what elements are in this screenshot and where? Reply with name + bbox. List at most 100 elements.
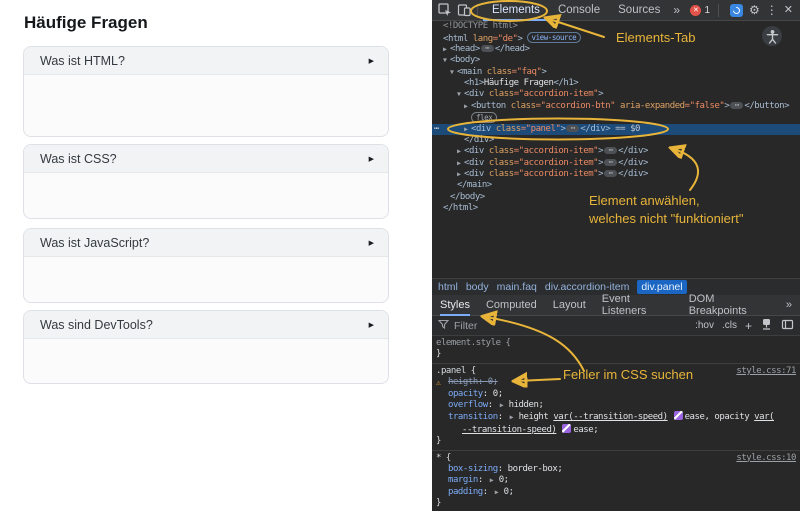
styles-tab-layout[interactable]: Layout: [553, 295, 586, 316]
styles-tab-event-listeners[interactable]: Event Listeners: [602, 293, 673, 317]
stylesheet-link[interactable]: style.css:71: [736, 366, 800, 377]
expand-arrow-icon[interactable]: ▼: [443, 55, 450, 66]
error-icon: ✕: [690, 4, 702, 16]
css-property[interactable]: overflow: ▶ hidden;: [432, 400, 800, 411]
expand-arrow-icon[interactable]: ▼: [450, 67, 457, 78]
dom-tree-node[interactable]: </div>: [432, 135, 800, 146]
node-options-dots[interactable]: ⋯: [434, 124, 439, 135]
dom-tree-node[interactable]: ▶ <div class="accordion-item"> ⋯ </div>: [432, 169, 800, 180]
dom-tree-node[interactable]: <html lang="de"> view-source: [432, 32, 800, 44]
expand-arrow-icon[interactable]: ▶: [443, 44, 450, 55]
chevron-right-icon: ▶: [368, 321, 374, 329]
styles-pane: element.style {} .panel {style.css:71 ⚠ hei…: [432, 336, 800, 511]
styles-filter-input[interactable]: [454, 319, 604, 332]
dom-tree-node[interactable]: ▶ <div class="accordion-item"> ⋯ </div>: [432, 146, 800, 157]
expand-value-arrow-icon[interactable]: ▶: [508, 413, 519, 421]
computed-sidebar-toggle-icon[interactable]: [781, 318, 794, 334]
collapsed-ellipsis-badge[interactable]: ⋯: [604, 170, 618, 178]
dom-tree-node[interactable]: ▼ <main class="faq">: [432, 67, 800, 78]
expand-arrow-icon[interactable]: ▶: [464, 101, 471, 112]
breadcrumb-item[interactable]: div.accordion-item: [545, 281, 629, 293]
css-selector[interactable]: * {: [436, 453, 451, 464]
page-title: Häufige Fragen: [24, 13, 148, 32]
expand-value-arrow-icon[interactable]: ▶: [493, 488, 504, 496]
css-rule: .panel { style.css:71 ⚠ heigth: 0; opacity: …: [432, 364, 800, 451]
collapsed-ellipsis-badge[interactable]: ⋯: [566, 124, 580, 132]
collapsed-ellipsis-badge[interactable]: ⋯: [604, 147, 618, 155]
css-variable-link[interactable]: var(--transition-speed): [553, 412, 668, 422]
expand-arrow-icon[interactable]: ▶: [457, 146, 464, 157]
dom-tree-node[interactable]: ▶ <head> ⋯ </head>: [432, 44, 800, 55]
more-panels-button[interactable]: »: [669, 3, 684, 17]
close-devtools-icon[interactable]: ✕: [784, 4, 793, 16]
stylesheet-link[interactable]: style.css:10: [736, 453, 800, 464]
css-selector[interactable]: .panel {: [436, 366, 476, 377]
css-property[interactable]: opacity: 0;: [432, 389, 800, 400]
dom-tree-node[interactable]: </main>: [432, 180, 800, 191]
pseudo-state-button[interactable]: :hov: [695, 320, 714, 331]
css-variable-link[interactable]: --transition-speed): [462, 425, 557, 435]
expand-value-arrow-icon[interactable]: ▶: [488, 476, 499, 484]
accordion-question-label: Was sind DevTools?: [40, 317, 153, 332]
accordion-question-button[interactable]: Was sind DevTools? ▶: [24, 311, 388, 339]
collapsed-ellipsis-badge[interactable]: ⋯: [604, 158, 618, 166]
breadcrumb-item[interactable]: body: [466, 281, 489, 293]
styles-sidebar-tabs: Styles Computed Layout Event Listeners DOM B…: [432, 293, 800, 317]
tab-sources[interactable]: Sources: [609, 0, 669, 21]
collapsed-ellipsis-badge[interactable]: ⋯: [480, 44, 494, 52]
expand-arrow-icon[interactable]: ▼: [457, 89, 464, 100]
dom-tree-node[interactable]: <!DOCTYPE html>: [432, 21, 800, 32]
breadcrumb-item[interactable]: main.faq: [497, 281, 537, 293]
tab-elements[interactable]: Elements: [483, 0, 549, 21]
css-property[interactable]: transition: ▶ height var(--transition-sp…: [432, 411, 800, 436]
dom-tree-node[interactable]: </html>: [432, 203, 800, 214]
toolbar-right-cluster: ✕ 1 ⚙ ⋮ ✕: [690, 3, 795, 17]
expand-arrow-icon[interactable]: ▶: [464, 124, 471, 135]
accordion-question-button[interactable]: Was ist HTML? ▶: [24, 47, 388, 75]
styles-tab-computed[interactable]: Computed: [486, 295, 537, 316]
expand-arrow-icon[interactable]: ▶: [457, 169, 464, 180]
css-property[interactable]: box-sizing: border-box;: [432, 464, 800, 475]
accordion-question-button[interactable]: Was ist JavaScript? ▶: [24, 229, 388, 257]
dom-tree-node[interactable]: ▼ <div class="accordion-item">: [432, 89, 800, 100]
device-toolbar-icon[interactable]: [456, 2, 472, 18]
settings-gear-icon[interactable]: ⚙: [749, 4, 760, 16]
expand-arrow-icon[interactable]: ▶: [457, 158, 464, 169]
styles-tab-dom-breakpoints[interactable]: DOM Breakpoints: [689, 293, 770, 317]
rendering-emulation-icon[interactable]: [760, 318, 773, 334]
more-options-icon[interactable]: ⋮: [766, 4, 778, 16]
accordion-question-label: Was ist CSS?: [40, 151, 117, 166]
css-property[interactable]: margin: ▶ 0;: [432, 475, 800, 486]
element-classes-button[interactable]: .cls: [722, 320, 737, 331]
more-sidebar-tabs-button[interactable]: »: [786, 299, 792, 311]
dom-tree-node[interactable]: <h1>Häufige Fragen</h1>: [432, 78, 800, 89]
devtools-tab-strip: Elements Console Sources: [483, 0, 669, 21]
filter-toolbar-icons: :hov .cls +: [695, 318, 794, 334]
styles-tab-styles[interactable]: Styles: [440, 295, 470, 316]
dom-tree-node[interactable]: </body>: [432, 192, 800, 203]
new-style-rule-button[interactable]: +: [745, 319, 752, 333]
breadcrumb-item-selected[interactable]: div.panel: [637, 280, 687, 294]
chevron-right-icon: ▶: [368, 239, 374, 247]
css-selector[interactable]: element.style {: [436, 338, 511, 349]
inspect-element-icon[interactable]: [437, 2, 453, 18]
error-counter[interactable]: ✕ 1: [690, 4, 710, 16]
flex-badge[interactable]: flex: [471, 112, 498, 124]
dom-tree-node[interactable]: ▶ <button class="accordion-btn" aria-expa…: [432, 101, 800, 112]
extension-badge-icon[interactable]: [730, 3, 744, 17]
bezier-editor-icon[interactable]: [673, 411, 683, 421]
dom-tree-node[interactable]: ▼ <body>: [432, 55, 800, 66]
css-property[interactable]: padding: ▶ 0;: [432, 487, 800, 498]
dom-tree-node[interactable]: flex: [432, 112, 800, 124]
bezier-editor-icon[interactable]: [562, 423, 572, 433]
view-source-badge[interactable]: view-source: [526, 32, 582, 44]
dom-tree-node[interactable]: ⋯ ▶ <div class="panel"> ⋯ </div> == $0: [432, 123, 800, 135]
expand-value-arrow-icon[interactable]: ▶: [498, 401, 509, 409]
collapsed-ellipsis-badge[interactable]: ⋯: [730, 101, 744, 109]
breadcrumb-item[interactable]: html: [438, 281, 458, 293]
css-variable-link[interactable]: var(: [754, 412, 774, 422]
tab-console[interactable]: Console: [549, 0, 609, 21]
dom-tree-node[interactable]: ▶ <div class="accordion-item"> ⋯ </div>: [432, 158, 800, 169]
accordion-question-button[interactable]: Was ist CSS? ▶: [24, 145, 388, 173]
css-property[interactable]: ⚠ heigth: 0;: [432, 377, 800, 388]
